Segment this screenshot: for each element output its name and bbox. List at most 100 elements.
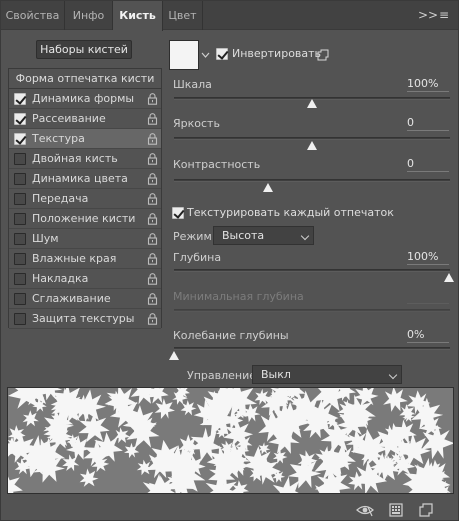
tab-properties[interactable]: Свойства [1, 1, 65, 30]
depth-slider-thumb[interactable] [443, 273, 454, 282]
depth-jitter-value[interactable]: 0% [407, 328, 449, 343]
dual-brush-checkbox[interactable] [14, 153, 26, 165]
chevron-down-icon[interactable] [199, 40, 212, 70]
brush-pose-checkbox[interactable] [14, 213, 26, 225]
lock-icon[interactable] [147, 253, 158, 265]
protect-texture-label: Защита текстуры [32, 312, 135, 325]
brush-projection-grid-icon[interactable] [389, 503, 403, 517]
shape-dynamics-checkbox[interactable] [14, 93, 26, 105]
lock-icon[interactable] [147, 213, 158, 225]
brightness-label: Яркость [173, 117, 220, 130]
option-row-smoothing[interactable]: Сглаживание [9, 289, 161, 309]
panel-tab-bar: Свойства Инфо Кисть Цвет >> ≡ [1, 1, 458, 31]
mode-select-value: Высота [222, 229, 265, 242]
shape-dynamics-label: Динамика формы [32, 92, 135, 105]
control-select[interactable]: Выкл [252, 365, 402, 384]
lock-icon[interactable] [147, 293, 158, 305]
brightness-slider-thumb[interactable] [307, 141, 317, 150]
option-row-wet-edges[interactable]: Влажные края [9, 249, 161, 269]
option-row-scattering[interactable]: Рассеивание [9, 109, 161, 129]
wet-edges-label: Влажные края [32, 252, 117, 265]
option-row-transfer[interactable]: Передача [9, 189, 161, 209]
contrast-slider-thumb[interactable] [262, 183, 273, 192]
invert-label: Инвертировать [232, 47, 322, 60]
min-depth-slider-track [174, 309, 450, 312]
color-dynamics-checkbox[interactable] [14, 173, 26, 185]
noise-checkbox[interactable] [14, 233, 26, 245]
depth-slider-track[interactable] [174, 269, 450, 272]
chevron-down-icon [388, 370, 398, 380]
option-row-texture[interactable]: Текстура [9, 129, 161, 149]
depth-jitter-slider-track[interactable] [174, 347, 450, 350]
panel-menu-icon[interactable]: ≡ [439, 8, 449, 22]
tab-info[interactable]: Инфо [65, 1, 113, 30]
toggle-live-tip-preview-icon[interactable] [356, 503, 374, 517]
min-depth-value [407, 289, 449, 304]
scale-slider-thumb[interactable] [307, 99, 317, 108]
brush-tip-shape-item[interactable]: Форма отпечатка кисти [9, 69, 161, 89]
option-row-dual-brush[interactable]: Двойная кисть [9, 149, 161, 169]
option-row-brush-pose[interactable]: Положение кисти [9, 209, 161, 229]
contrast-value[interactable]: 0 [407, 157, 449, 172]
collapse-panels-icon[interactable]: >> [418, 8, 438, 22]
lock-icon[interactable] [147, 233, 158, 245]
depth-label: Глубина [173, 251, 222, 264]
brush-presets-button[interactable]: Наборы кистей [36, 40, 132, 59]
option-row-noise[interactable]: Шум [9, 229, 161, 249]
mode-label: Режим: [173, 230, 216, 243]
control-label: Управление: [187, 369, 260, 382]
option-row-build-up[interactable]: Накладка [9, 269, 161, 289]
lock-icon[interactable] [147, 93, 158, 105]
color-dynamics-label: Динамика цвета [32, 172, 128, 185]
option-row-color-dynamics[interactable]: Динамика цвета [9, 169, 161, 189]
brush-stroke-preview [7, 387, 454, 494]
create-new-brush-icon[interactable] [419, 503, 433, 517]
chevron-down-icon [300, 231, 310, 241]
invert-checkbox[interactable] [216, 48, 228, 60]
texture-each-tip-checkbox[interactable] [172, 207, 184, 219]
control-select-value: Выкл [261, 368, 291, 381]
scale-value[interactable]: 100% [407, 77, 449, 92]
depth-jitter-slider-thumb[interactable] [169, 351, 179, 360]
scale-label: Шкала [173, 78, 212, 91]
contrast-slider-track[interactable] [174, 179, 450, 182]
depth-value[interactable]: 100% [407, 250, 449, 265]
brush-settings-panel: Свойства Инфо Кисть Цвет >> ≡ Наборы кис… [0, 0, 459, 521]
brush-options-list: Форма отпечатка кисти Динамика формы Расс… [8, 68, 162, 329]
stroke-texture-image [8, 388, 453, 493]
mode-select[interactable]: Высота [213, 226, 314, 245]
tab-color[interactable]: Цвет [163, 1, 203, 30]
lock-icon[interactable] [147, 153, 158, 165]
lock-icon[interactable] [147, 273, 158, 285]
option-row-shape-dynamics[interactable]: Динамика формы [9, 89, 161, 109]
option-row-protect-texture[interactable]: Защита текстуры [9, 309, 161, 329]
texture-label: Текстура [32, 132, 85, 145]
wet-edges-checkbox[interactable] [14, 253, 26, 265]
noise-label: Шум [32, 232, 59, 245]
brightness-slider-track[interactable] [174, 137, 450, 140]
brightness-value[interactable]: 0 [407, 116, 449, 131]
dual-brush-label: Двойная кисть [32, 152, 118, 165]
contrast-label: Контрастность [173, 158, 261, 171]
texture-pattern-swatch[interactable] [169, 40, 199, 70]
lock-icon[interactable] [147, 113, 158, 125]
protect-texture-checkbox[interactable] [14, 313, 26, 325]
build-up-label: Накладка [32, 272, 89, 285]
lock-icon[interactable] [147, 313, 158, 325]
lock-icon[interactable] [147, 193, 158, 205]
transfer-label: Передача [32, 192, 89, 205]
lock-icon[interactable] [147, 133, 158, 145]
lock-icon[interactable] [147, 173, 158, 185]
depth-jitter-label: Колебание глубины [173, 329, 289, 342]
brush-pose-label: Положение кисти [32, 212, 136, 225]
new-pattern-icon[interactable] [317, 49, 329, 61]
scattering-label: Рассеивание [32, 112, 106, 125]
texture-checkbox[interactable] [14, 133, 26, 145]
scattering-checkbox[interactable] [14, 113, 26, 125]
smoothing-checkbox[interactable] [14, 293, 26, 305]
tab-brush[interactable]: Кисть [113, 1, 163, 31]
texture-each-tip-label: Текстурировать каждый отпечаток [187, 206, 394, 219]
panel-menu-area: >> ≡ [410, 1, 458, 30]
transfer-checkbox[interactable] [14, 193, 26, 205]
build-up-checkbox[interactable] [14, 273, 26, 285]
